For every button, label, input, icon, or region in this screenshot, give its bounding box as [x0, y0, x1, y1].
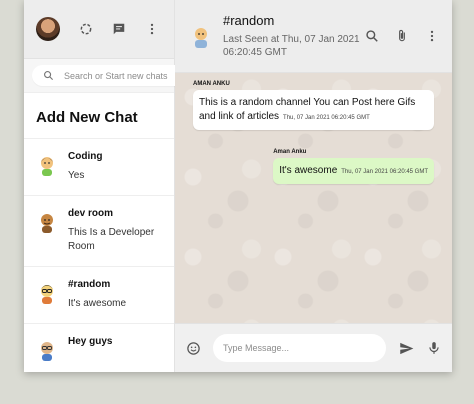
search-box [32, 65, 189, 86]
message-sender: AMAN ANKU [193, 81, 230, 87]
message-outgoing: Aman Anku It's awesome Thu, 07 Jan 2021 0… [193, 140, 434, 184]
chat-item-random[interactable]: #random It's awesome [24, 267, 174, 324]
attach-icon[interactable] [394, 28, 410, 44]
message-sender: Aman Anku [273, 149, 307, 155]
sidebar: Add New Chat Coding Yes dev room This Is… [24, 0, 189, 372]
chat-name: dev room [68, 208, 114, 219]
search-bar [24, 59, 189, 93]
chat-header: #random Last Seen at Thu, 07 Jan 2021 06… [175, 0, 452, 73]
chat-list: Coding Yes dev room This Is a Developer … [24, 139, 174, 372]
sidebar-header [24, 0, 174, 59]
mic-icon[interactable] [426, 340, 442, 356]
chat-item-coding[interactable]: Coding Yes [24, 139, 174, 196]
user-avatar[interactable] [36, 17, 60, 41]
search-input[interactable] [64, 70, 181, 81]
message-time: Thu, 07 Jan 2021 06:20:45 GMT [341, 169, 428, 175]
chat-text: #random It's awesome [68, 279, 162, 311]
more-vert-icon[interactable] [144, 21, 160, 37]
chat-last-message: Yes [68, 170, 85, 181]
room-info: #random Last Seen at Thu, 07 Jan 2021 06… [223, 13, 364, 59]
message-incoming: AMAN ANKU This is a random channel You c… [193, 81, 434, 130]
chat-avatar [36, 154, 58, 176]
chat-avatar [36, 282, 58, 304]
search-icon [40, 68, 56, 84]
add-new-chat[interactable]: Add New Chat [24, 93, 174, 139]
sidebar-header-actions [78, 21, 160, 37]
room-name: #random [223, 13, 275, 28]
chat-last-message: This Is a Developer Room [68, 227, 155, 252]
chat-name: #random [68, 279, 111, 290]
chat-text: Coding Yes [68, 151, 162, 183]
send-icon[interactable] [398, 340, 414, 356]
message-composer [175, 323, 452, 372]
message-input[interactable] [213, 334, 386, 362]
emoji-icon[interactable] [185, 340, 201, 356]
chat-name: Coding [68, 151, 103, 162]
search-icon[interactable] [364, 28, 380, 44]
message-time: Thu, 07 Jan 2021 06:20:45 GMT [283, 115, 370, 121]
chat-last-message: It's awesome [68, 298, 127, 309]
chat-panel: #random Last Seen at Thu, 07 Jan 2021 06… [175, 0, 452, 372]
chat-body: AMAN ANKU This is a random channel You c… [175, 73, 452, 323]
message-text: It's awesome [279, 165, 338, 176]
message-bubble: This is a random channel You can Post he… [193, 90, 434, 130]
chat-name: Hey guys [68, 336, 113, 347]
chat-item-hey-guys[interactable]: Hey guys [24, 324, 174, 372]
chat-header-actions [364, 28, 440, 44]
status-icon[interactable] [78, 21, 94, 37]
room-last-seen: Last Seen at Thu, 07 Jan 2021 06:20:45 G… [223, 34, 360, 58]
app-window: Add New Chat Coding Yes dev room This Is… [24, 0, 452, 372]
message-bubble: It's awesome Thu, 07 Jan 2021 06:20:45 GM… [273, 158, 434, 184]
new-chat-icon[interactable] [111, 21, 127, 37]
chat-avatar [36, 211, 58, 233]
more-vert-icon[interactable] [424, 28, 440, 44]
chat-item-dev-room[interactable]: dev room This Is a Developer Room [24, 196, 174, 267]
room-avatar[interactable] [189, 24, 213, 48]
chat-text: Hey guys [68, 336, 162, 361]
chat-avatar [36, 339, 58, 361]
chat-text: dev room This Is a Developer Room [68, 208, 162, 254]
